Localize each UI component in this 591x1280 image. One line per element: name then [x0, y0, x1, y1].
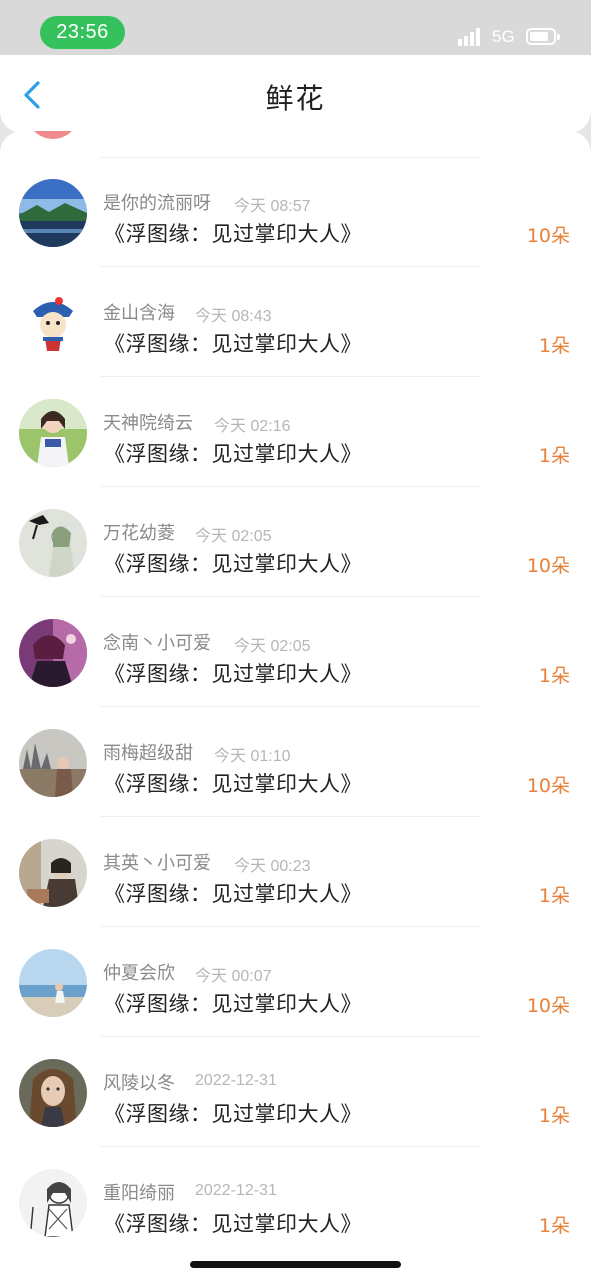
book-title[interactable]: 《浮图缘：见过掌印大人》: [104, 328, 362, 358]
avatar[interactable]: [19, 619, 87, 687]
timestamp: 今天 02:05: [195, 528, 272, 545]
book-title[interactable]: 《浮图缘：见过掌印大人》: [104, 1208, 362, 1238]
timestamp: 今天 02:05: [234, 638, 311, 655]
flower-count: 1朵: [538, 1105, 570, 1127]
battery-icon: [526, 28, 560, 45]
flower-count: 10朵: [526, 555, 570, 577]
status-time: 23:56: [40, 16, 125, 49]
avatar[interactable]: [19, 289, 87, 357]
nav-bar: 鲜花: [0, 55, 591, 133]
list-item[interactable]: 天神院绮云 今天 02:16 《浮图缘：见过掌印大人》 1朵: [0, 377, 591, 487]
flower-count: 1朵: [538, 1215, 570, 1237]
network-label: 5G: [492, 27, 515, 46]
user-name: 念南丶小可爱: [103, 633, 211, 654]
user-name: 万花幼菱: [103, 523, 175, 544]
flower-list[interactable]: 是你的流丽呀 今天 08:57 《浮图缘：见过掌印大人》 10朵 金山含海 今天…: [0, 131, 591, 1280]
avatar[interactable]: [19, 1059, 87, 1127]
user-name: 重阳绮丽: [103, 1183, 175, 1204]
book-title[interactable]: 《浮图缘：见过掌印大人》: [104, 878, 362, 908]
list-item[interactable]: 万花幼菱 今天 02:05 《浮图缘：见过掌印大人》 10朵: [0, 487, 591, 597]
flower-count: 1朵: [538, 665, 570, 687]
avatar[interactable]: [19, 839, 87, 907]
timestamp: 今天 08:43: [195, 308, 272, 325]
user-name: 其英丶小可爱: [103, 853, 211, 874]
page-title: 鲜花: [265, 82, 326, 115]
timestamp: 2022-12-31: [195, 1072, 277, 1089]
book-title[interactable]: 《浮图缘：见过掌印大人》: [104, 1098, 362, 1128]
flower-count: 10朵: [526, 775, 570, 797]
book-title[interactable]: 《浮图缘：见过掌印大人》: [104, 218, 362, 248]
avatar[interactable]: [19, 729, 87, 797]
book-title[interactable]: 《浮图缘：见过掌印大人》: [104, 768, 362, 798]
user-name: 仲夏会欣: [103, 963, 175, 984]
list-item[interactable]: 风陵以冬 2022-12-31 《浮图缘：见过掌印大人》 1朵: [0, 1037, 591, 1147]
user-name: 天神院绮云: [103, 413, 193, 434]
avatar: [30, 131, 76, 139]
list-item[interactable]: 其英丶小可爱 今天 00:23 《浮图缘：见过掌印大人》 1朵: [0, 817, 591, 927]
avatar[interactable]: [19, 399, 87, 467]
list-item[interactable]: 金山含海 今天 08:43 《浮图缘：见过掌印大人》 1朵: [0, 267, 591, 377]
list-item[interactable]: 仲夏会欣 今天 00:07 《浮图缘：见过掌印大人》 10朵: [0, 927, 591, 1037]
list-item[interactable]: 雨梅超级甜 今天 01:10 《浮图缘：见过掌印大人》 10朵: [0, 707, 591, 817]
timestamp: 今天 01:10: [214, 748, 291, 765]
user-name: 风陵以冬: [103, 1073, 175, 1094]
flower-count: 1朵: [538, 335, 570, 357]
timestamp: 今天 02:16: [214, 418, 291, 435]
flower-count: 10朵: [526, 225, 570, 247]
status-bar: 23:56 5G: [0, 0, 591, 55]
home-indicator[interactable]: [190, 1261, 401, 1268]
avatar[interactable]: [19, 949, 87, 1017]
list-item[interactable]: 是你的流丽呀 今天 08:57 《浮图缘：见过掌印大人》 10朵: [0, 157, 591, 267]
flower-count: 1朵: [538, 885, 570, 907]
timestamp: 今天 00:07: [195, 968, 272, 985]
flower-count: 1朵: [538, 445, 570, 467]
user-name: 金山含海: [103, 303, 175, 324]
flower-count: 10朵: [526, 995, 570, 1017]
timestamp: 2022-12-31: [195, 1182, 277, 1199]
timestamp: 今天 08:57: [234, 198, 311, 215]
timestamp: 今天 00:23: [234, 858, 311, 875]
book-title[interactable]: 《浮图缘：见过掌印大人》: [104, 548, 362, 578]
avatar[interactable]: [19, 179, 87, 247]
user-name: 雨梅超级甜: [103, 743, 193, 764]
book-title[interactable]: 《浮图缘：见过掌印大人》: [104, 438, 362, 468]
signal-icon: [458, 28, 484, 46]
avatar[interactable]: [19, 1169, 87, 1237]
list-item[interactable]: 重阳绮丽 2022-12-31 《浮图缘：见过掌印大人》 1朵: [0, 1147, 591, 1257]
user-name: 是你的流丽呀: [103, 193, 211, 214]
avatar[interactable]: [19, 509, 87, 577]
book-title[interactable]: 《浮图缘：见过掌印大人》: [104, 658, 362, 688]
list-item[interactable]: 念南丶小可爱 今天 02:05 《浮图缘：见过掌印大人》 1朵: [0, 597, 591, 707]
book-title[interactable]: 《浮图缘：见过掌印大人》: [104, 988, 362, 1018]
